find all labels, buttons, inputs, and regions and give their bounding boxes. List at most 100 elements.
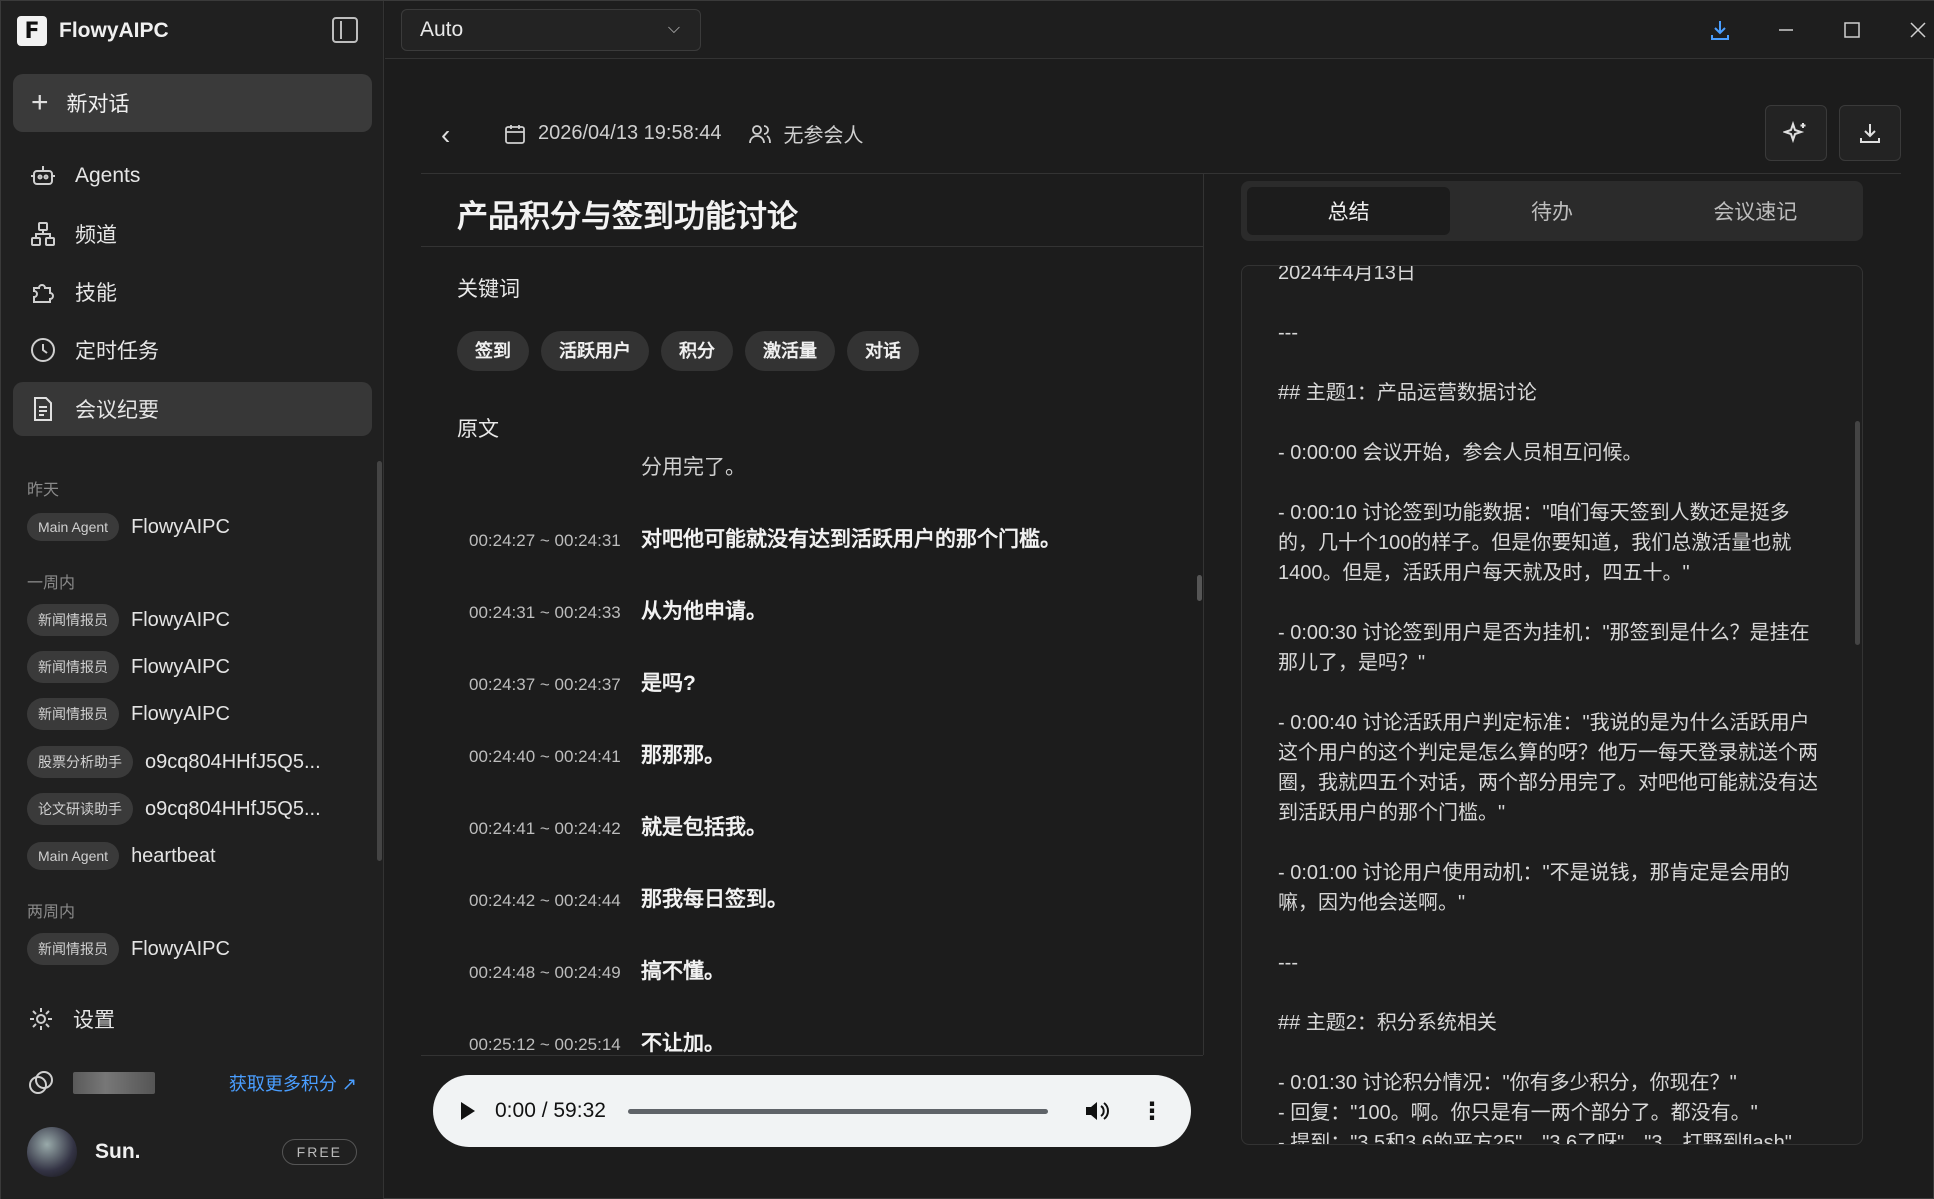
keyword-chip[interactable]: 激活量 (745, 331, 835, 371)
volume-icon[interactable] (1084, 1099, 1110, 1123)
close-icon[interactable] (1903, 15, 1933, 45)
summary-panel[interactable]: 2024年4月13日 --- ## 主题1：产品运营数据讨论 - 0:00:00… (1241, 265, 1863, 1145)
plan-badge: FREE (281, 1139, 357, 1165)
transcript-row: 00:24:42 ~ 00:24:44 那我每日签到。 (469, 883, 788, 913)
history-item[interactable]: 新闻情报员 FlowyAIPC (27, 932, 230, 966)
history-item[interactable]: 新闻情报员 FlowyAIPC (27, 697, 230, 731)
agent-tag: 新闻情报员 (27, 933, 119, 965)
keyword-chip[interactable]: 积分 (661, 331, 733, 371)
audio-progress-bar[interactable] (627, 1108, 1048, 1114)
minimize-icon[interactable] (1771, 15, 1801, 45)
user-name: Sun. (95, 1140, 141, 1163)
summary-text: 2024年4月13日 --- ## 主题1：产品运营数据讨论 - 0:00:00… (1278, 265, 1818, 1145)
settings-button[interactable]: 设置 (27, 999, 115, 1039)
divider (1203, 173, 1204, 1055)
history-item[interactable]: 股票分析助手 o9cq804HHfJ5Q5... (27, 745, 321, 779)
tab-summary[interactable]: 总结 (1247, 187, 1451, 235)
download-update-icon[interactable] (1705, 15, 1735, 45)
transcript-scrollbar[interactable] (1197, 575, 1202, 601)
history-item[interactable]: 论文研读助手 o9cq804HHfJ5Q5... (27, 792, 321, 826)
meeting-attendees: 无参会人 (783, 125, 864, 147)
section-two-weeks: 两周内 (27, 904, 76, 921)
sidebar-item-agents[interactable]: Agents (13, 149, 372, 203)
user-profile[interactable]: Sun. FREE (27, 1125, 357, 1179)
transcript-time: 00:24:42 ~ 00:24:44 (469, 891, 621, 910)
history-title: o9cq804HHfJ5Q5... (145, 750, 321, 773)
topbar: Auto ⌵ (385, 1, 1934, 59)
model-select[interactable]: Auto ⌵ (401, 9, 701, 51)
ai-sparkle-button[interactable] (1765, 105, 1827, 161)
keyword-chip[interactable]: 活跃用户 (541, 331, 649, 371)
agent-tag: Main Agent (27, 513, 120, 541)
transcript-time: 00:24:27 ~ 00:24:31 (469, 531, 621, 550)
gear-icon (27, 1005, 55, 1033)
chevron-down-icon: ⌵ (667, 20, 680, 37)
get-more-credits-link[interactable]: 获取更多积分 ↗ (229, 1070, 357, 1096)
calendar-icon (504, 123, 526, 145)
new-chat-button[interactable]: + 新对话 (13, 74, 372, 132)
transcript-text: 搞不懂。 (641, 960, 725, 983)
transcript-row: 00:25:12 ~ 00:25:14 不让加。 (469, 1027, 725, 1055)
sidebar-item-channels[interactable]: 频道 (13, 207, 372, 261)
section-week: 一周内 (27, 575, 76, 592)
summary-tabs: 总结 待办 会议速记 (1241, 181, 1863, 241)
sidebar: F FlowyAIPC + 新对话 Agents 频道 技能 定时任务 会议纪要 (1, 1, 384, 1199)
credits-value-redacted (73, 1072, 155, 1094)
credits-icon (27, 1069, 55, 1097)
transcript-text: 对吧他可能就没有达到活跃用户的那个门槛。 (641, 528, 1061, 551)
agent-tag: 股票分析助手 (27, 746, 133, 778)
tab-todo[interactable]: 待办 (1450, 187, 1653, 235)
play-icon[interactable] (461, 1102, 475, 1120)
sidebar-item-label: 技能 (75, 282, 117, 305)
puzzle-icon (29, 278, 57, 306)
transcript-time: 00:24:31 ~ 00:24:33 (469, 603, 621, 622)
back-icon[interactable]: ‹ (441, 119, 450, 151)
meeting-datetime: 2026/04/13 19:58:44 (538, 122, 722, 144)
sidebar-scrollbar[interactable] (377, 461, 382, 861)
sidebar-collapse-icon[interactable] (332, 17, 358, 43)
maximize-icon[interactable] (1837, 15, 1867, 45)
meeting-title: 产品积分与签到功能讨论 (457, 199, 798, 234)
section-yesterday: 昨天 (27, 482, 60, 499)
keyword-chip[interactable]: 对话 (847, 331, 919, 371)
sidebar-item-label: 会议纪要 (75, 399, 159, 422)
history-title: FlowyAIPC (131, 515, 230, 538)
sidebar-item-skills[interactable]: 技能 (13, 265, 372, 319)
audio-player: 0:00 / 59:32 ⋮ (433, 1075, 1191, 1147)
history-item[interactable]: Main Agent FlowyAIPC (27, 510, 230, 544)
external-link-icon: ↗ (341, 1074, 357, 1094)
sidebar-item-label: Agents (75, 164, 141, 187)
transcript-row: 00:24:31 ~ 00:24:33 从为他申请。 (469, 595, 767, 625)
download-button[interactable] (1839, 105, 1901, 161)
transcript-row: 00:24:27 ~ 00:24:31 对吧他可能就没有达到活跃用户的那个门槛。 (469, 523, 1061, 553)
summary-scrollbar[interactable] (1855, 421, 1860, 645)
history-item[interactable]: Main Agent heartbeat (27, 839, 216, 873)
transcript-list[interactable]: 分用完了。 00:24:27 ~ 00:24:31 对吧他可能就没有达到活跃用户… (421, 449, 1203, 1055)
robot-icon (29, 162, 57, 190)
history-title: FlowyAIPC (131, 608, 230, 631)
settings-label: 设置 (73, 1009, 115, 1032)
more-options-icon[interactable]: ⋮ (1140, 1097, 1164, 1126)
avatar (27, 1127, 77, 1177)
divider (421, 173, 1901, 174)
keywords-list: 签到 活跃用户 积分 激活量 对话 (457, 331, 931, 371)
sidebar-item-label: 定时任务 (75, 340, 159, 363)
transcript-text: 就是包括我。 (641, 816, 767, 839)
history-item[interactable]: 新闻情报员 FlowyAIPC (27, 603, 230, 637)
sidebar-item-scheduled-tasks[interactable]: 定时任务 (13, 323, 372, 377)
tab-shorthand[interactable]: 会议速记 (1654, 187, 1857, 235)
get-more-label: 获取更多积分 (228, 1074, 337, 1094)
credits-row: 获取更多积分 ↗ (27, 1063, 357, 1103)
history-title: FlowyAIPC (131, 655, 230, 678)
transcript-text: 那我每日签到。 (641, 888, 788, 911)
agent-tag: 新闻情报员 (27, 604, 119, 636)
sidebar-item-meeting-notes[interactable]: 会议纪要 (13, 382, 372, 436)
transcript-text: 那那那。 (641, 744, 725, 767)
divider (421, 246, 1203, 247)
transcript-row: 00:24:40 ~ 00:24:41 那那那。 (469, 739, 725, 769)
audio-time: 0:00 / 59:32 (495, 1099, 606, 1122)
keyword-chip[interactable]: 签到 (457, 331, 529, 371)
sparkle-icon (1783, 120, 1809, 146)
meeting-meta: 2026/04/13 19:58:44 无参会人 (504, 119, 864, 148)
history-item[interactable]: 新闻情报员 FlowyAIPC (27, 650, 230, 684)
